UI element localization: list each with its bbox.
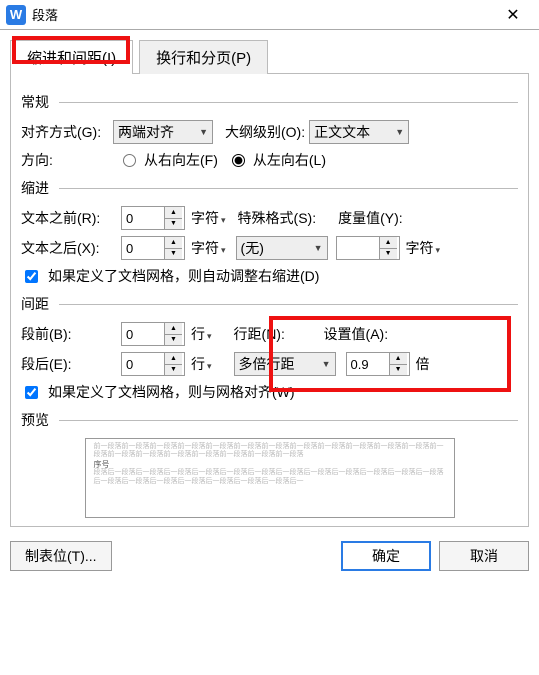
space-before-spinner[interactable]: ▲▼ — [121, 322, 185, 346]
chevron-down-icon: ▼ — [312, 243, 323, 253]
outline-combobox[interactable]: 正文文本 ▼ — [309, 120, 409, 144]
preview-box: 前一段落前一段落前一段落前一段落前一段落前一段落前一段落前一段落前一段落前一段落… — [85, 438, 455, 518]
chevron-down-icon: ▼ — [320, 359, 331, 369]
measure-unit: 字符▾ — [406, 238, 441, 258]
indent-before-spinner[interactable]: ▲▼ — [121, 206, 185, 230]
ok-button[interactable]: 确定 — [341, 541, 431, 571]
footer: 制表位(T)... 确定 取消 — [0, 535, 539, 581]
align-label: 对齐方式(G): — [21, 122, 109, 142]
spin-down-icon[interactable]: ▼ — [165, 335, 182, 346]
rtl-radio[interactable] — [123, 154, 136, 167]
section-indent: 缩进 — [21, 176, 518, 200]
indent-after-unit: 字符▾ — [191, 238, 226, 258]
setat-label: 设置值(A): — [324, 324, 402, 344]
chevron-down-icon: ▼ — [393, 127, 404, 137]
space-after-label: 段后(E): — [21, 354, 117, 374]
spin-down-icon[interactable]: ▼ — [165, 365, 182, 376]
preview-sample-text: 序号 — [94, 460, 446, 470]
indent-grid-checkbox[interactable] — [25, 270, 38, 283]
spacing-grid-label: 如果定义了文档网格，则与网格对齐(W) — [48, 382, 295, 402]
chevron-down-icon: ▼ — [197, 127, 208, 137]
line-spacing-value: 多倍行距 — [239, 354, 295, 374]
space-after-spinner[interactable]: ▲▼ — [121, 352, 185, 376]
dialog-body: 常规 对齐方式(G): 两端对齐 ▼ 大纲级别(O): 正文文本 ▼ 方向: 从右向… — [10, 73, 529, 527]
indent-after-spinner[interactable]: ▲▼ — [121, 236, 185, 260]
indent-grid-label: 如果定义了文档网格，则自动调整右缩进(D) — [48, 266, 319, 286]
special-value: (无) — [241, 238, 264, 258]
special-combobox[interactable]: (无) ▼ — [236, 236, 328, 260]
spin-up-icon[interactable]: ▲ — [390, 353, 407, 365]
spacing-grid-checkbox[interactable] — [25, 386, 38, 399]
space-after-input[interactable] — [122, 353, 164, 375]
space-before-input[interactable] — [122, 323, 164, 345]
spin-down-icon[interactable]: ▼ — [165, 249, 182, 260]
measure-label: 度量值(Y): — [338, 208, 403, 228]
align-combobox[interactable]: 两端对齐 ▼ — [113, 120, 213, 144]
section-preview: 预览 — [21, 408, 518, 432]
spin-down-icon[interactable]: ▼ — [165, 219, 182, 230]
section-spacing: 间距 — [21, 292, 518, 316]
tabstrip: 缩进和间距(I) 换行和分页(P) — [0, 30, 539, 74]
line-spacing-label: 行距(N): — [234, 324, 320, 344]
window-title: 段落 — [32, 5, 493, 24]
spin-up-icon[interactable]: ▲ — [380, 237, 397, 249]
section-general: 常规 — [21, 90, 518, 114]
indent-after-label: 文本之后(X): — [21, 238, 117, 258]
spin-up-icon[interactable]: ▲ — [165, 323, 182, 335]
app-icon: W — [6, 5, 26, 25]
close-button[interactable]: ✕ — [493, 0, 533, 30]
space-before-unit: 行▾ — [191, 324, 212, 344]
setat-spinner[interactable]: ▲▼ — [346, 352, 410, 376]
spin-down-icon[interactable]: ▼ — [380, 249, 397, 260]
space-after-unit: 行▾ — [191, 354, 212, 374]
line-spacing-combobox[interactable]: 多倍行距 ▼ — [234, 352, 336, 376]
cancel-button[interactable]: 取消 — [439, 541, 529, 571]
space-before-label: 段前(B): — [21, 324, 117, 344]
indent-before-unit: 字符▾ — [191, 208, 226, 228]
special-label: 特殊格式(S): — [238, 208, 317, 228]
tab-indent-spacing[interactable]: 缩进和间距(I) — [10, 40, 133, 74]
setat-input[interactable] — [347, 353, 389, 375]
measure-spinner[interactable]: ▲▼ — [336, 236, 400, 260]
tab-line-page-breaks[interactable]: 换行和分页(P) — [139, 40, 268, 74]
indent-after-input[interactable] — [122, 237, 164, 259]
spin-down-icon[interactable]: ▼ — [390, 365, 407, 376]
rtl-label: 从右向左(F) — [144, 150, 218, 170]
preview-before-text: 前一段落前一段落前一段落前一段落前一段落前一段落前一段落前一段落前一段落前一段落… — [94, 443, 446, 460]
indent-before-input[interactable] — [122, 207, 164, 229]
align-value: 两端对齐 — [118, 122, 174, 142]
setat-unit: 倍 — [416, 354, 430, 374]
preview-after-text: 段落后一段落后一段落后一段落后一段落后一段落后一段落后一段落后一段落后一段落后一… — [94, 469, 446, 486]
direction-label: 方向: — [21, 150, 109, 170]
spin-up-icon[interactable]: ▲ — [165, 353, 182, 365]
ltr-radio[interactable] — [232, 154, 245, 167]
spin-up-icon[interactable]: ▲ — [165, 237, 182, 249]
measure-input[interactable] — [337, 237, 379, 259]
outline-label: 大纲级别(O): — [225, 122, 305, 142]
indent-before-label: 文本之前(R): — [21, 208, 117, 228]
ltr-label: 从左向右(L) — [253, 150, 326, 170]
outline-value: 正文文本 — [314, 122, 370, 142]
tabs-button[interactable]: 制表位(T)... — [10, 541, 112, 571]
titlebar: W 段落 ✕ — [0, 0, 539, 30]
spin-up-icon[interactable]: ▲ — [165, 207, 182, 219]
